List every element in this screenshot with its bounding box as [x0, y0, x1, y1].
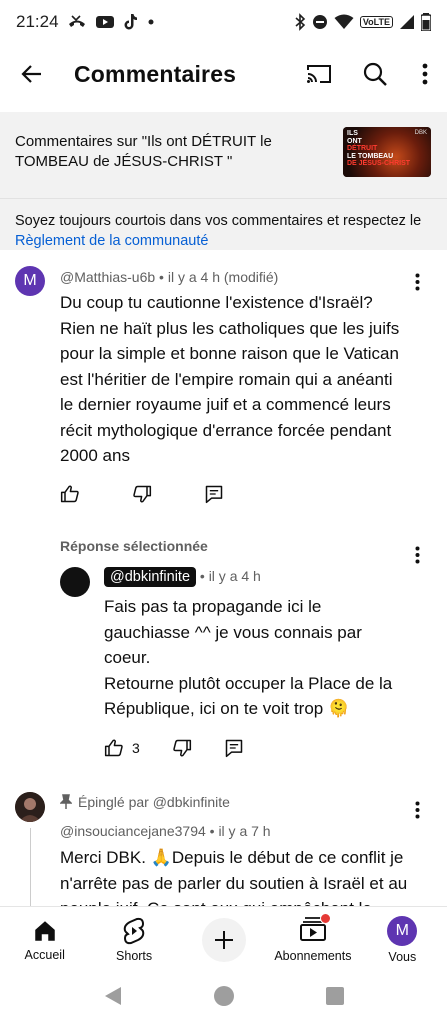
more-vert-icon	[415, 546, 419, 564]
create-button[interactable]	[201, 917, 246, 962]
reply-text: Fais pas ta propagande ici le gauchiasse…	[104, 597, 393, 718]
like-count: 3	[132, 740, 140, 756]
avatar[interactable]: M	[15, 266, 45, 296]
bottom-navigation: Accueil Shorts Abonnements M Vous	[0, 906, 447, 972]
page-title: Commentaires	[74, 60, 237, 87]
circle-home-icon	[213, 985, 234, 1006]
avatar[interactable]	[60, 567, 90, 597]
volte-icon: VoLTE	[359, 16, 393, 28]
more-vert-icon	[415, 273, 419, 291]
search-icon	[363, 62, 387, 86]
status-time: 21:24	[16, 12, 59, 31]
triangle-back-icon	[104, 986, 121, 1005]
thread-line	[30, 828, 31, 906]
like-button[interactable]: 3	[104, 738, 140, 758]
video-info-panel: Commentaires sur "Ils ont DÉTRUIT le TOM…	[0, 112, 447, 250]
square-recents-icon	[325, 986, 344, 1005]
dislike-button[interactable]	[172, 738, 192, 758]
more-options-button[interactable]	[403, 44, 447, 104]
comment-reply-icon	[205, 485, 223, 504]
more-vert-icon	[415, 801, 419, 819]
comment-time: • il y a 4 h (modifié)	[159, 269, 279, 285]
nav-subscriptions[interactable]: Abonnements	[268, 907, 357, 972]
nav-home[interactable]: Accueil	[0, 907, 89, 972]
arrow-back-icon	[21, 65, 41, 83]
pin-icon	[60, 794, 72, 809]
status-bar: 21:24 VoLTE	[0, 0, 447, 44]
video-thumbnail[interactable]: ILS ONT DÉTRUIT LE TOMBEAU DE JÉSUS-CHRI…	[343, 127, 431, 177]
home-icon	[34, 920, 55, 941]
community-guidelines-link[interactable]: Règlement de la communauté	[15, 233, 208, 249]
like-button[interactable]	[60, 484, 80, 504]
reply-section-menu-button[interactable]	[405, 543, 429, 567]
comment-text: Merci DBK. 🙏Depuis le début de ce confli…	[60, 848, 408, 906]
plus-icon	[214, 930, 233, 949]
community-guidelines-notice: Soyez toujours courtois dans vos comment…	[0, 198, 447, 251]
reply-time: • il y a 4 h	[199, 568, 261, 584]
notification-dot	[319, 913, 331, 924]
dot-indicator-icon	[147, 18, 155, 26]
comment-time: • il y a 7 h	[209, 823, 271, 839]
comment-reply-icon	[225, 739, 243, 758]
battery-icon	[421, 13, 431, 31]
selected-reply-label: Réponse sélectionnée	[60, 538, 208, 554]
signal-icon	[399, 14, 415, 30]
cast-icon	[307, 65, 331, 83]
system-navigation-bar	[0, 972, 447, 1024]
comment-item: M @Matthias-u6b • il y a 4 h (modifié) D…	[0, 262, 447, 522]
nav-you[interactable]: M Vous	[358, 907, 447, 972]
thumb-down-icon	[133, 485, 152, 503]
reply-button[interactable]	[204, 484, 224, 504]
avatar[interactable]	[15, 792, 45, 822]
pinned-comment-item: Épinglé par @dbkinfinite @insouciancejan…	[0, 786, 447, 906]
missed-call-icon	[67, 14, 87, 30]
back-button[interactable]	[0, 44, 64, 104]
reply-author-chip[interactable]: @dbkinfinite	[104, 567, 197, 587]
cast-button[interactable]	[291, 44, 347, 104]
video-title-text: Commentaires sur "Ils ont DÉTRUIT le TOM…	[15, 133, 272, 170]
nav-create[interactable]	[179, 907, 268, 972]
dnd-icon	[312, 14, 328, 30]
system-recents-button[interactable]	[325, 986, 345, 1011]
selected-reply-section: Réponse sélectionnée @dbkinfinite • il y…	[0, 530, 447, 770]
more-vert-icon	[422, 63, 428, 85]
thumb-up-icon	[60, 485, 79, 503]
shorts-icon	[123, 917, 145, 944]
search-button[interactable]	[347, 44, 403, 104]
tiktok-notification-icon	[123, 13, 139, 31]
avatar: M	[387, 915, 418, 946]
comment-menu-button[interactable]	[405, 798, 429, 822]
app-bar: Commentaires	[0, 44, 447, 104]
pinned-label: Épinglé par @dbkinfinite	[78, 794, 230, 810]
comment-author[interactable]: @Matthias-u6b	[60, 269, 155, 285]
comment-author[interactable]: @insouciancejane3794	[60, 823, 206, 839]
reply-button[interactable]	[224, 738, 244, 758]
bluetooth-icon	[294, 13, 306, 31]
system-home-button[interactable]	[213, 985, 235, 1012]
nav-shorts[interactable]: Shorts	[89, 907, 178, 972]
youtube-notification-icon	[95, 14, 115, 30]
system-back-button[interactable]	[103, 985, 123, 1012]
thumb-up-icon	[104, 739, 123, 757]
wifi-icon	[334, 14, 354, 30]
dislike-button[interactable]	[132, 484, 152, 504]
thumb-down-icon	[173, 739, 191, 757]
comment-text: Du coup tu cautionne l'existence d'Israë…	[60, 293, 400, 465]
